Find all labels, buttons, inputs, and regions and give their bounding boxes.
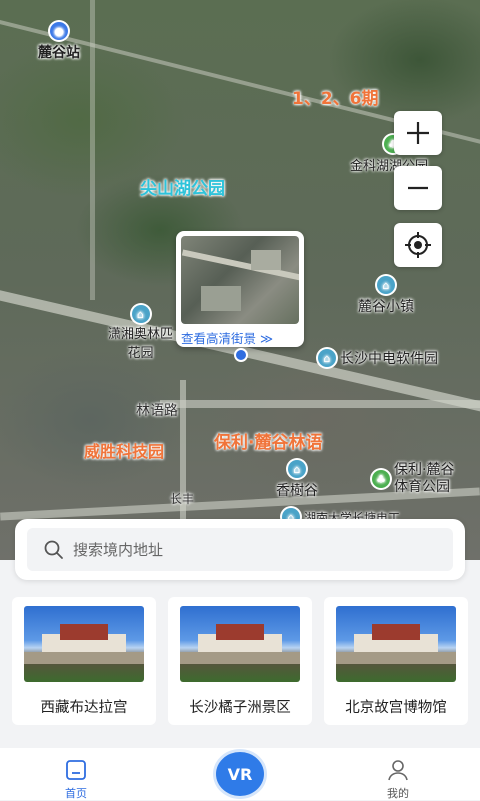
bottom-nav: 首页 VR 我的 [0, 748, 480, 800]
search-input[interactable]: 搜索境内地址 [27, 528, 453, 571]
xiangshugu-poi[interactable]: ⌂ 香樹谷 [276, 460, 318, 500]
nav-vr-button[interactable]: VR [216, 752, 264, 796]
thumbnail-road [181, 249, 299, 285]
search-placeholder: 搜索境内地址 [73, 541, 164, 559]
scenic-card[interactable]: 北京故宫博物馆 [324, 597, 468, 725]
scenic-photo [24, 606, 144, 682]
xiaoxiang-label-2: 花园 [127, 346, 154, 361]
palace-top [60, 624, 108, 640]
luguxiaozhen-label: 麓谷小镇 [358, 299, 414, 315]
park-pin-icon: ♣ [372, 470, 390, 488]
station-poi[interactable]: ● 麓谷站 [38, 22, 80, 62]
streetview-preview[interactable]: 查看高清街景 ≫ [176, 231, 304, 347]
home-icon [66, 760, 86, 780]
zoom-in-button[interactable] [394, 111, 442, 155]
community-pin-icon: ⌂ [131, 305, 150, 323]
scenic-title: 北京故宫博物馆 [345, 700, 447, 716]
cec-poi[interactable]: ⌂ 长沙中电软件园 [318, 348, 438, 368]
palace-base [24, 652, 144, 664]
scenic-card[interactable]: 长沙橘子洲景区 [168, 597, 312, 725]
sports-label-group: 保利·麓谷 体育公园 [394, 462, 454, 496]
zoom-out-button[interactable] [394, 166, 442, 210]
palace-base [336, 652, 456, 664]
scenic-title: 长沙橘子洲景区 [189, 700, 291, 716]
sports-park-poi[interactable]: ♣ 保利·麓谷 体育公园 [372, 462, 454, 496]
luguxiaozhen-poi[interactable]: ⌂ 麓谷小镇 [358, 276, 414, 316]
palace-top [372, 624, 420, 640]
palace-top [216, 624, 264, 640]
scenic-card[interactable]: 西藏布达拉宫 [12, 597, 156, 725]
locate-button[interactable] [394, 223, 442, 267]
nav-mine[interactable]: 我的 [386, 758, 410, 801]
streetview-thumbnail [181, 236, 299, 324]
sports-label-1: 保利·麓谷 [394, 462, 455, 478]
plus-icon [407, 122, 429, 144]
station-label: 麓谷站 [38, 45, 80, 61]
road [90, 0, 95, 300]
community-pin-icon: ⌂ [318, 349, 336, 367]
streetview-link[interactable]: 查看高清街景 ≫ [181, 328, 299, 347]
search-card: 搜索境内地址 [15, 519, 465, 580]
search-icon [44, 540, 63, 559]
minus-icon [408, 186, 428, 190]
community-pin-icon: ⌂ [288, 460, 306, 478]
locate-icon [405, 232, 431, 258]
xiaoxiang-label-1: 潇湘奥林匹 [108, 327, 174, 342]
nav-home-label: 首页 [65, 787, 87, 800]
community-pin-icon: ⌂ [377, 276, 395, 294]
sports-label-2: 体育公园 [394, 479, 450, 495]
park-label: 尖山湖公园 [140, 179, 225, 199]
satellite-map[interactable]: ● 麓谷站 1、2、6期 尖山湖公园 ♣ 金科湖湖公园 ⌂ 麓谷小镇 ⌂ 潇湘奥… [0, 0, 480, 560]
xiangshugu-label: 香樹谷 [276, 483, 318, 499]
palace-base [180, 652, 300, 664]
vr-label: VR [227, 764, 253, 784]
scenic-photo [336, 606, 456, 682]
location-marker [234, 348, 248, 362]
linyu-road-label: 林语路 [136, 403, 178, 419]
thumbnail-building [201, 286, 241, 311]
xiaoxiang-poi[interactable]: ⌂ 潇湘奥林匹 花园 [108, 305, 173, 361]
station-pin-icon: ● [50, 22, 68, 40]
scenic-photo [180, 606, 300, 682]
phase-label: 1、2、6期 [292, 89, 379, 109]
scenic-title: 西藏布达拉宫 [40, 700, 128, 716]
poly-label: 保利·麓谷林语 [214, 433, 323, 453]
nav-mine-label: 我的 [387, 787, 409, 800]
changfeng-label: 长丰 [170, 492, 195, 506]
user-icon [388, 760, 408, 781]
weisheng-label: 威胜科技园 [84, 442, 165, 461]
nav-home[interactable]: 首页 [64, 758, 88, 801]
thumbnail-building [251, 250, 281, 270]
road [160, 400, 480, 408]
cec-label: 长沙中电软件园 [340, 351, 438, 367]
